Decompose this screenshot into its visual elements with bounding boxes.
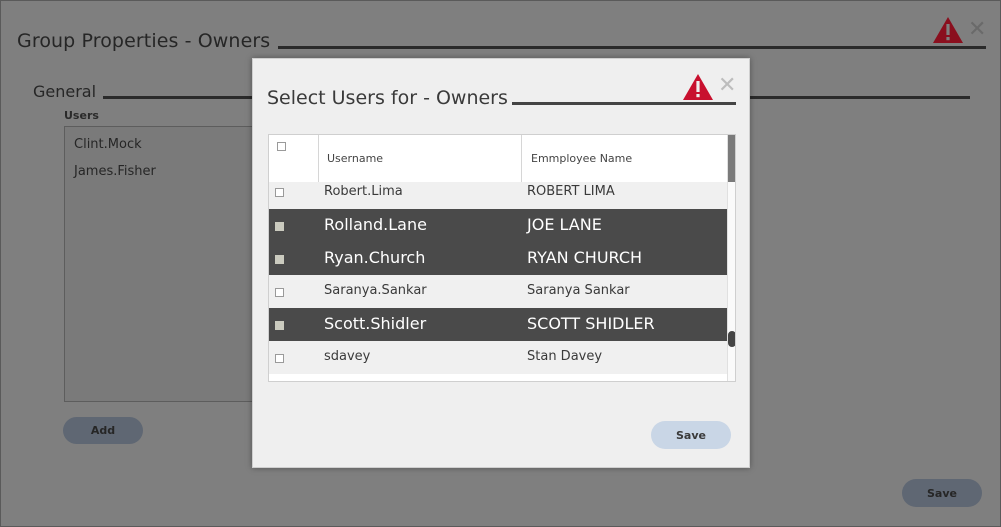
inner-save-button[interactable]: Save (651, 421, 731, 449)
row-username: Rolland.Lane (324, 215, 427, 234)
warning-icon (933, 17, 963, 43)
row-checkbox[interactable] (275, 255, 284, 264)
row-checkbox[interactable] (275, 222, 284, 231)
select-users-dialog: Select Users for - Owners ✕ Username Emm… (252, 58, 750, 468)
select-all-checkbox[interactable] (277, 142, 286, 151)
table-row[interactable]: sdavey Stan Davey (269, 341, 727, 374)
outer-save-button[interactable]: Save (902, 479, 982, 507)
select-users-title-divider (512, 102, 736, 105)
users-list[interactable]: Clint.Mock James.Fisher (64, 126, 264, 402)
table-row[interactable]: Scott.Shidler SCOTT SHIDLER (269, 308, 727, 341)
grid-body: Robert.Lima ROBERT LIMA Rolland.Lane JOE… (269, 182, 727, 381)
employee-name-column-header[interactable]: Emmployee Name (522, 135, 727, 182)
row-username: sdavey (324, 349, 371, 364)
row-username: Robert.Lima (324, 184, 403, 199)
grid-scrollbar[interactable] (727, 135, 735, 381)
table-row[interactable]: Ryan.Church RYAN CHURCH (269, 242, 727, 275)
users-grid: Username Emmployee Name Robert.Lima ROBE… (268, 134, 736, 382)
row-employee-name: Saranya Sankar (527, 283, 630, 298)
outer-title-divider (278, 46, 986, 49)
row-employee-name: SCOTT SHIDLER (527, 314, 655, 333)
employee-name-header-label: Emmployee Name (531, 152, 633, 165)
users-list-item[interactable]: James.Fisher (74, 164, 156, 179)
table-row[interactable]: Rolland.Lane JOE LANE (269, 209, 727, 242)
table-row[interactable]: Saranya.Sankar Saranya Sankar (269, 275, 727, 308)
username-column-header[interactable]: Username (319, 135, 522, 182)
row-username: Ryan.Church (324, 248, 426, 267)
grid-header: Username Emmployee Name (269, 135, 727, 183)
row-checkbox[interactable] (275, 188, 284, 197)
table-row (269, 374, 727, 381)
row-username: Saranya.Sankar (324, 283, 427, 298)
row-username: Scott.Shidler (324, 314, 427, 333)
outer-close-icon[interactable]: ✕ (968, 19, 986, 41)
row-checkbox[interactable] (275, 321, 284, 330)
select-users-title: Select Users for - Owners (267, 87, 508, 109)
general-section-title: General (33, 82, 97, 101)
select-all-header (269, 135, 319, 182)
outer-dialog-title: Group Properties - Owners (17, 30, 271, 52)
row-employee-name: JOE LANE (527, 215, 602, 234)
warning-icon (683, 74, 713, 100)
row-employee-name: RYAN CHURCH (527, 248, 643, 267)
users-list-item[interactable]: Clint.Mock (74, 137, 142, 152)
scrollbar-header-cap (728, 135, 735, 182)
row-checkbox[interactable] (275, 288, 284, 297)
scrollbar-thumb[interactable] (728, 331, 735, 347)
users-label: Users (64, 109, 99, 122)
username-header-label: Username (327, 152, 384, 165)
row-employee-name: Stan Davey (527, 349, 603, 364)
row-employee-name: ROBERT LIMA (527, 184, 615, 199)
add-button[interactable]: Add (63, 417, 143, 444)
inner-close-icon[interactable]: ✕ (718, 75, 736, 97)
row-checkbox[interactable] (275, 354, 284, 363)
table-row[interactable]: Robert.Lima ROBERT LIMA (269, 182, 727, 209)
